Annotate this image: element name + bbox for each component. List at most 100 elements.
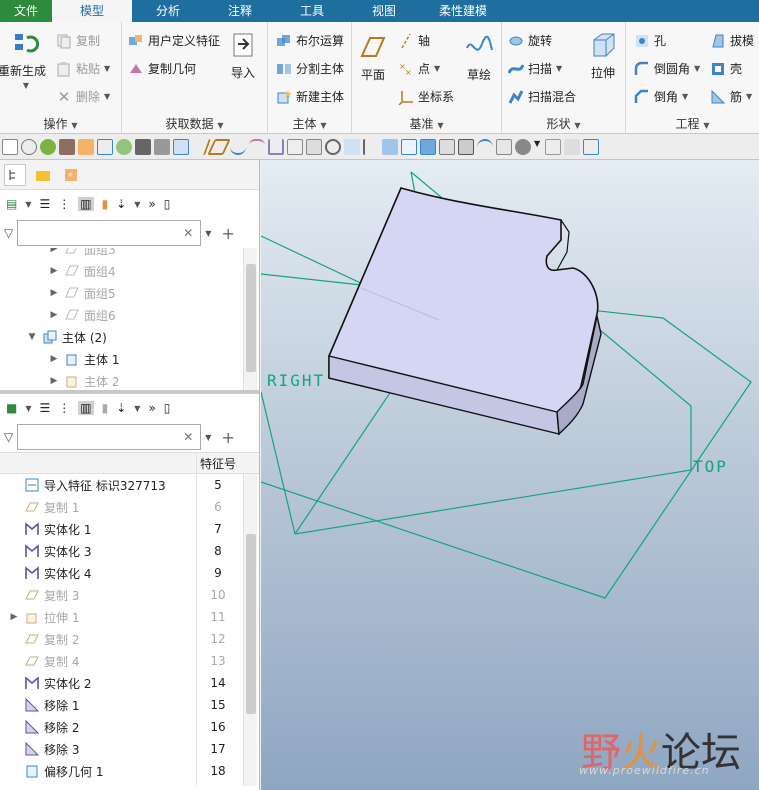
plane-button[interactable]: 平面 (358, 32, 388, 83)
tree-row[interactable]: ▶ 面组6 (0, 304, 259, 326)
round-caret-icon[interactable]: ▼ (694, 64, 700, 73)
regenerate-caret-icon[interactable]: ▼ (23, 81, 29, 90)
save-icon[interactable] (135, 138, 151, 155)
feature-row[interactable]: 复制 2 12 (0, 628, 259, 650)
tree-row[interactable]: ▶ 主体 2 (0, 370, 259, 390)
collapse-all-icon[interactable]: ⋮ (58, 197, 70, 211)
collapse-arrow-icon[interactable]: ▼ (26, 332, 38, 342)
open-icon[interactable] (78, 138, 94, 155)
sketch-display-icon[interactable] (583, 138, 599, 155)
paste-caret-icon[interactable]: ▼ (104, 64, 110, 73)
shaded-icon[interactable] (420, 138, 436, 155)
import-button[interactable]: 导入 (228, 30, 258, 81)
paste-button[interactable]: 粘贴 ▼ (56, 60, 110, 77)
highlight-icon[interactable]: ▮ (102, 401, 109, 415)
lower-scroll-thumb[interactable] (246, 534, 256, 714)
copy-geometry-button[interactable]: 复制几何 (128, 60, 196, 77)
zoom-in-icon[interactable] (21, 138, 37, 155)
clear-search-icon[interactable]: ✕ (183, 430, 193, 444)
document-icon[interactable]: ▯ (164, 401, 171, 415)
column-view-icon[interactable]: ▥ (78, 401, 94, 415)
settings-icon[interactable] (59, 138, 75, 155)
sweep-caret-icon[interactable]: ▼ (556, 64, 562, 73)
column-view-icon[interactable]: ▥ (78, 197, 94, 211)
add-filter-icon[interactable]: + (221, 428, 234, 447)
feature-row[interactable]: 移除 2 16 (0, 716, 259, 738)
model-tree-icon[interactable] (564, 138, 580, 155)
tree-row[interactable]: ▶ 面组4 (0, 260, 259, 282)
solid-body[interactable] (328, 187, 602, 436)
datum-display-icon[interactable] (545, 138, 561, 155)
feature-row[interactable]: 移除 3 17 (0, 738, 259, 760)
feature-row[interactable]: 偏移几何 1 18 (0, 760, 259, 782)
bracket-icon[interactable] (268, 138, 284, 155)
spin-icon[interactable] (325, 138, 341, 155)
arrow-icon[interactable] (382, 138, 398, 155)
appearance-icon[interactable] (515, 138, 531, 155)
feature-row[interactable]: 复制 4 13 (0, 650, 259, 672)
add-filter-icon[interactable]: + (221, 224, 234, 243)
filter-dropdown-icon[interactable]: ▼ (205, 433, 211, 442)
swept-blend-button[interactable]: 扫描混合 (508, 88, 576, 105)
highlight-icon[interactable]: ▮ (102, 197, 109, 211)
tree-filter-icon[interactable] (363, 138, 379, 155)
curve-icon[interactable] (230, 139, 246, 155)
sphere-icon[interactable] (116, 138, 132, 155)
feature-row[interactable]: 实体化 4 9 (0, 562, 259, 584)
tree-settings-icon[interactable]: ▤ (6, 197, 17, 211)
part-caret-icon[interactable]: ▼ (25, 404, 31, 413)
tree-settings-caret-icon[interactable]: ▼ (25, 200, 31, 209)
chamfer-button[interactable]: 倒角 ▼ (634, 88, 688, 105)
expand-arrow-icon[interactable]: ▶ (48, 376, 60, 386)
feature-row[interactable]: 实体化 2 14 (0, 672, 259, 694)
upper-scrollbar[interactable] (243, 248, 257, 390)
copy-button[interactable]: 复制 (56, 32, 100, 49)
feature-number-column-header[interactable]: 特征号 (198, 455, 238, 472)
upper-scroll-thumb[interactable] (246, 264, 256, 372)
tree-row[interactable]: ▶ 主体 1 (0, 348, 259, 370)
plane-display-icon[interactable] (207, 138, 231, 155)
more-icon[interactable]: » (148, 401, 155, 415)
filter-dropdown-icon[interactable]: ▼ (205, 229, 211, 238)
axis-button[interactable]: 轴 (398, 32, 430, 49)
part-icon[interactable]: ■ (6, 401, 17, 415)
pan-icon[interactable] (458, 138, 474, 155)
revolve-button[interactable]: 旋转 (508, 32, 552, 49)
refit-icon[interactable] (97, 138, 113, 155)
hole-button[interactable]: 孔 (634, 32, 666, 49)
tab-analysis[interactable]: 分析 (132, 0, 204, 22)
shell-button[interactable]: 壳 (710, 60, 742, 77)
expand-arrow-icon[interactable]: ▶ (48, 266, 60, 276)
boolean-button[interactable]: 布尔运算 (276, 32, 344, 49)
graphics-viewport[interactable]: RIGHT TOP 野火论坛 www.proewildfire.cn (261, 160, 759, 790)
expand-arrow-icon[interactable]: ▶ (48, 288, 60, 298)
tree-row[interactable]: ▼ 主体 (2) (0, 326, 259, 348)
dropdown-icon[interactable]: ▼ (534, 139, 542, 155)
sweep-button[interactable]: 扫描 ▼ (508, 60, 562, 77)
feature-row[interactable]: ▶ 拉伸 1 11 (0, 606, 259, 628)
layer-icon[interactable] (344, 138, 360, 155)
expand-arrow-icon[interactable]: ▶ (48, 248, 60, 254)
annotation-icon[interactable] (287, 138, 303, 155)
rib-button[interactable]: 筋 ▼ (710, 88, 752, 105)
point-caret-icon[interactable]: ▼ (434, 64, 440, 73)
box-icon[interactable] (401, 138, 417, 155)
wave-icon[interactable] (249, 138, 265, 155)
clear-search-icon[interactable]: ✕ (183, 226, 193, 240)
tab-flexible-modeling[interactable]: 柔性建模 (420, 0, 506, 22)
round-button[interactable]: 倒圆角 ▼ (634, 60, 700, 77)
model-tree-tab-icon[interactable] (4, 163, 26, 186)
feature-row[interactable]: 移除 1 15 (0, 694, 259, 716)
print-icon[interactable] (154, 138, 170, 155)
expand-all-icon[interactable]: ☰ (40, 401, 51, 415)
collapse-all-icon[interactable]: ⋮ (58, 401, 70, 415)
favorites-tab-icon[interactable]: * (60, 164, 82, 186)
regenerate-button[interactable]: 重新生成 ▼ (0, 30, 48, 90)
show-filter-icon[interactable]: ⇣ (116, 197, 126, 211)
show-filter-icon[interactable]: ⇣ (116, 401, 126, 415)
tree-row[interactable]: ▶ 面组5 (0, 282, 259, 304)
show-filter-caret-icon[interactable]: ▼ (134, 404, 140, 413)
tree-row[interactable]: ▶ 面组3 (0, 248, 259, 260)
new-icon[interactable] (2, 138, 18, 155)
expand-arrow-icon[interactable]: ▶ (48, 310, 60, 320)
